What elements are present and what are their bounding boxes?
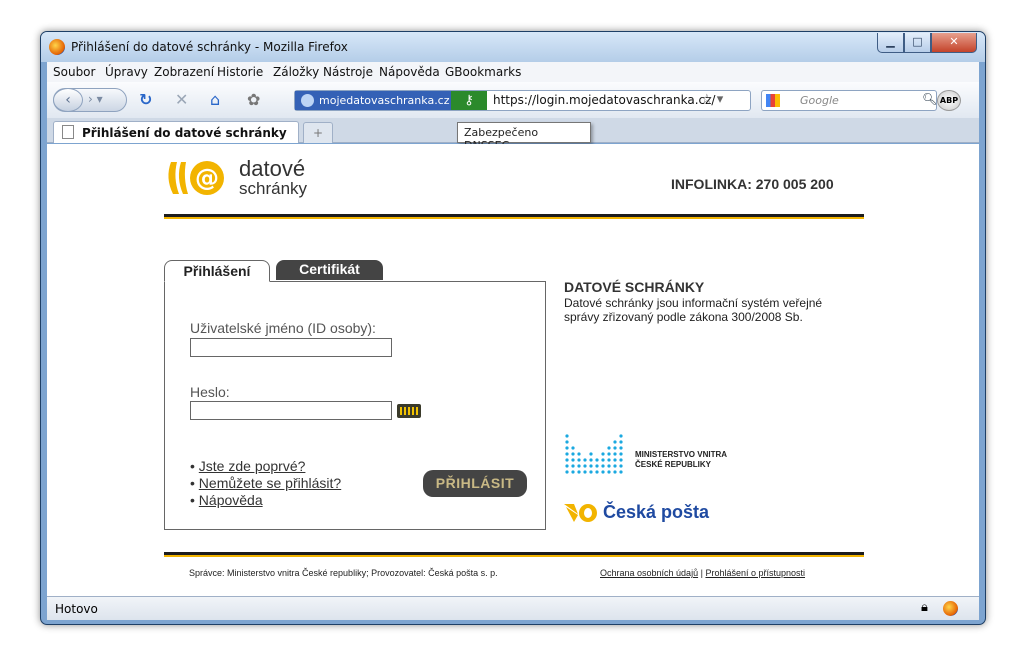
menu-zalozky[interactable]: Záložky bbox=[273, 65, 319, 79]
help-links: • Jste zde poprvé? • Nemůžete se přihlás… bbox=[190, 458, 341, 509]
title-bar[interactable]: Přihlášení do datové schránky - Mozilla … bbox=[41, 32, 985, 62]
status-bar: Hotovo 🔒︎ bbox=[47, 596, 979, 620]
password-input[interactable] bbox=[190, 401, 392, 420]
menu-bar: Soubor Úpravy Zobrazení Historie Záložky… bbox=[47, 62, 979, 82]
ceska-posta-horn-icon bbox=[564, 504, 597, 522]
svg-text:@: @ bbox=[195, 164, 219, 192]
logo-text-schranky: schránky bbox=[239, 179, 308, 198]
ministry-text: MINISTERSTVO VNITRA ČESKÉ REPUBLIKY bbox=[635, 450, 728, 469]
home-icon[interactable]: ⌂ bbox=[210, 91, 220, 109]
password-label: Heslo: bbox=[190, 384, 230, 400]
info-title: DATOVÉ SCHRÁNKY bbox=[564, 279, 705, 295]
tab-prihlaseni[interactable]: Přihlášení bbox=[164, 260, 270, 282]
reload-icon[interactable]: ↻ bbox=[139, 91, 152, 109]
privacy-link[interactable]: Ochrana osobních údajů bbox=[600, 568, 698, 578]
back-forward-group: ‹ › ▾ bbox=[53, 88, 127, 112]
page-icon bbox=[62, 125, 74, 139]
cannot-login-link[interactable]: Nemůžete se přihlásit? bbox=[199, 475, 341, 491]
header-rule bbox=[164, 214, 864, 219]
menu-napoveda[interactable]: Nápověda bbox=[379, 65, 440, 79]
tab-certifikat[interactable]: Certifikát bbox=[276, 260, 383, 280]
search-box[interactable]: Google 🔍︎ bbox=[761, 90, 937, 111]
username-label: Uživatelské jméno (ID osoby): bbox=[190, 320, 376, 336]
info-text: Datové schránky jsou informační systém v… bbox=[564, 296, 823, 324]
login-button[interactable]: PŘIHLÁSIT bbox=[423, 470, 527, 497]
adblock-button[interactable]: ABP bbox=[937, 90, 961, 111]
close-button[interactable]: ✕ bbox=[931, 33, 977, 53]
minimize-button[interactable]: ▁ bbox=[877, 33, 904, 53]
username-input[interactable] bbox=[190, 338, 392, 357]
menu-zobrazeni[interactable]: Zobrazení bbox=[154, 65, 214, 79]
firefox-icon bbox=[49, 39, 65, 55]
addon-icon[interactable]: ✿ bbox=[247, 91, 260, 109]
new-tab-button[interactable]: + bbox=[303, 122, 333, 143]
stop-icon[interactable]: ✕ bbox=[175, 91, 188, 109]
globe-icon bbox=[301, 94, 314, 107]
status-text: Hotovo bbox=[55, 602, 98, 616]
window-title: Přihlášení do datové schránky - Mozilla … bbox=[71, 40, 348, 54]
ceska-posta-logo: Česká pošta bbox=[603, 502, 710, 522]
firefox-status-icon[interactable] bbox=[943, 601, 958, 616]
menu-soubor[interactable]: Soubor bbox=[53, 65, 95, 79]
search-icon[interactable]: 🔍︎ bbox=[922, 92, 937, 106]
virtual-keyboard-icon[interactable] bbox=[397, 404, 421, 418]
navigation-toolbar: ‹ › ▾ ↻ ✕ ⌂ ✿ mojedatovaschranka.cz ⚷ ht… bbox=[47, 82, 979, 118]
menu-historie[interactable]: Historie bbox=[217, 65, 263, 79]
list-item: • Jste zde poprvé? bbox=[190, 458, 306, 474]
back-button[interactable]: ‹ bbox=[53, 88, 83, 112]
help-link[interactable]: Nápověda bbox=[199, 492, 263, 508]
search-input[interactable]: Google bbox=[800, 94, 839, 107]
page-content: @ datové schránky INFOLINKA: 270 005 200… bbox=[47, 144, 979, 596]
dnssec-key-icon[interactable]: ⚷ bbox=[451, 91, 487, 110]
logo-text-datove: datové bbox=[239, 156, 306, 181]
list-item: • Nemůžete se přihlásit? bbox=[190, 475, 342, 491]
url-bar[interactable]: mojedatovaschranka.cz ⚷ https://login.mo… bbox=[294, 90, 751, 111]
tab-login-page[interactable]: Přihlášení do datové schránky bbox=[53, 121, 299, 143]
maximize-button[interactable]: □ bbox=[904, 33, 931, 53]
first-time-link[interactable]: Jste zde poprvé? bbox=[199, 458, 306, 474]
datove-schranky-logo: @ bbox=[168, 161, 224, 195]
list-item: • Nápověda bbox=[190, 492, 263, 508]
menu-gbookmarks[interactable]: GBookmarks bbox=[445, 65, 521, 79]
google-icon[interactable] bbox=[766, 94, 780, 107]
ministry-logo bbox=[565, 434, 623, 474]
menu-upravy[interactable]: Úpravy bbox=[105, 65, 148, 79]
forward-button[interactable]: › ▾ bbox=[88, 92, 103, 106]
footer-links: Ochrana osobních údajů | Prohlášení o př… bbox=[600, 568, 806, 578]
url-text[interactable]: https://login.mojedatovaschranka.cz/ bbox=[493, 93, 715, 107]
infolinka: INFOLINKA: 270 005 200 bbox=[671, 176, 834, 192]
dnssec-tooltip: Zabezpečeno DNSSEC bbox=[457, 122, 591, 152]
footer-rule bbox=[164, 552, 864, 557]
accessibility-link[interactable]: Prohlášení o přístupnosti bbox=[705, 568, 805, 578]
site-identity[interactable]: mojedatovaschranka.cz bbox=[295, 91, 451, 110]
bookmark-star-icon[interactable]: ☆ ▾ bbox=[701, 92, 723, 107]
footer-operator: Správce: Ministerstvo vnitra České repub… bbox=[189, 568, 498, 578]
browser-window: Přihlášení do datové schránky - Mozilla … bbox=[40, 31, 986, 625]
menu-nastroje[interactable]: Nástroje bbox=[323, 65, 373, 79]
lock-icon[interactable]: 🔒︎ bbox=[921, 600, 928, 615]
